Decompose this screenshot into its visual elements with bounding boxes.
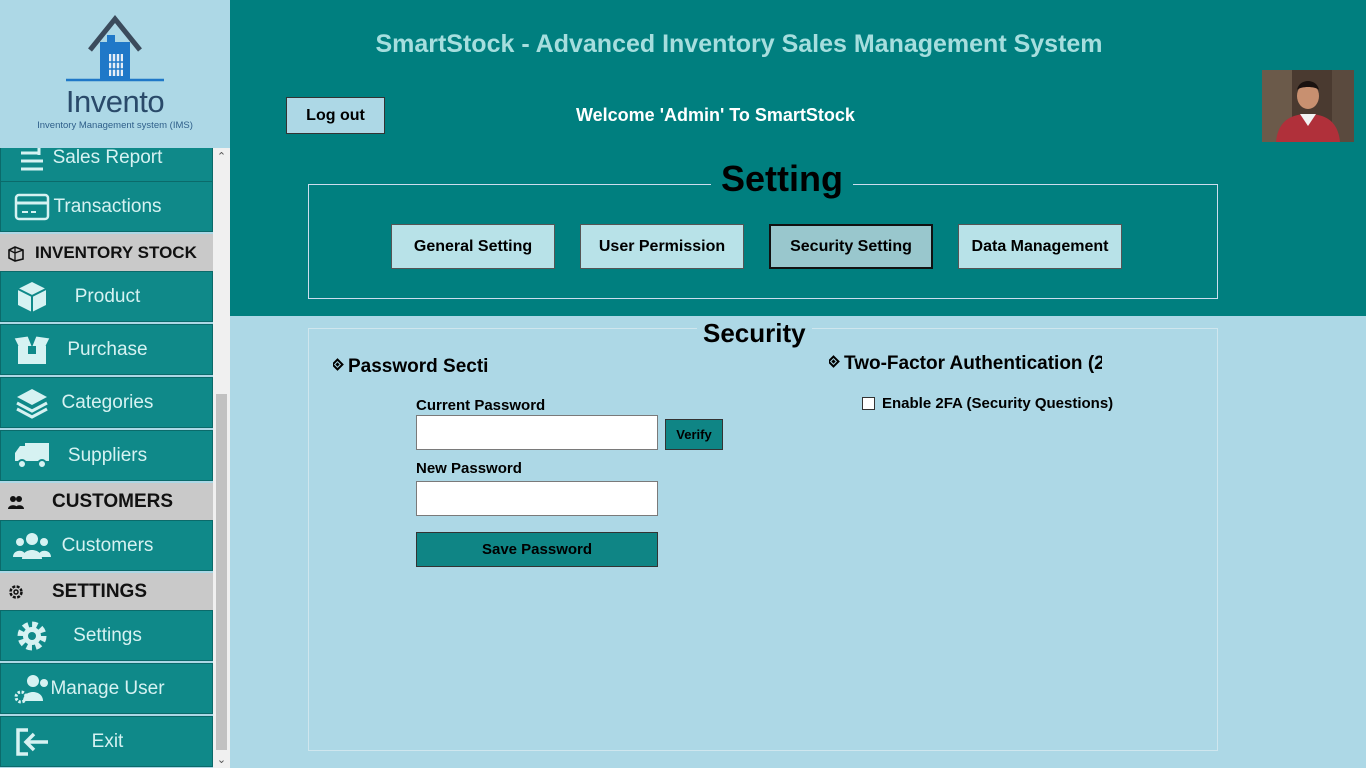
- logo: Invento Inventory Management system (IMS…: [0, 0, 230, 148]
- tab-data-management[interactable]: Data Management: [958, 224, 1122, 269]
- section-header-inventory: INVENTORY STOCK: [0, 234, 213, 271]
- avatar: [1262, 70, 1354, 142]
- section-header-label: SETTINGS: [52, 580, 148, 602]
- enable-2fa-checkbox[interactable]: [862, 397, 875, 410]
- section-header-label: INVENTORY STOCK: [35, 242, 197, 262]
- current-password-input[interactable]: [416, 415, 658, 450]
- current-password-label: Current Password: [416, 397, 546, 414]
- sidebar-item-sales-report[interactable]: Sales Report: [0, 148, 213, 183]
- sidebar-item-purchase[interactable]: Purchase: [0, 324, 213, 375]
- scrollbar-thumb[interactable]: [216, 394, 227, 750]
- sidebar-item-customers[interactable]: Customers: [0, 520, 213, 571]
- sidebar-item-label: Manage User: [50, 677, 165, 699]
- app-title: SmartStock - Advanced Inventory Sales Ma…: [375, 30, 1103, 58]
- password-section-label: Password Sectio: [348, 356, 488, 377]
- sidebar-menu: Sales Report Transactions INVENTORY STOC…: [0, 148, 213, 768]
- sidebar-item-label: Suppliers: [67, 444, 148, 466]
- scroll-down-arrow-icon[interactable]: ⌄: [213, 751, 230, 768]
- sidebar-item-label: Purchase: [67, 338, 148, 360]
- gear-icon: [6, 582, 26, 602]
- sidebar-scrollbar[interactable]: ⌃ ⌄: [213, 148, 230, 768]
- new-password-input[interactable]: [416, 481, 658, 516]
- section-header-customers: CUSTOMERS: [0, 483, 213, 520]
- logo-name: Invento: [65, 84, 165, 119]
- tab-security-setting[interactable]: Security Setting: [769, 224, 933, 269]
- welcome-message: Welcome 'Admin' To SmartStock: [576, 105, 855, 125]
- verify-button[interactable]: Verify: [665, 419, 723, 450]
- section-header-settings: SETTINGS: [0, 573, 213, 610]
- twofa-section-label: Two-Factor Authentication (2: [844, 353, 1102, 374]
- section-header-label: CUSTOMERS: [52, 490, 174, 512]
- save-password-button[interactable]: Save Password: [416, 532, 658, 567]
- logo-subtitle: Inventory Management system (IMS): [37, 120, 193, 131]
- sidebar-item-exit[interactable]: Exit: [0, 716, 213, 767]
- sidebar: Invento Inventory Management system (IMS…: [0, 0, 230, 768]
- sidebar-item-settings[interactable]: Settings: [0, 610, 213, 661]
- sidebar-item-label: Categories: [61, 391, 154, 413]
- enable-2fa-label[interactable]: Enable 2FA (Security Questions): [882, 395, 1113, 412]
- sidebar-item-label: Settings: [73, 624, 142, 646]
- sidebar-item-label: Customers: [61, 534, 154, 556]
- diamond-bullet-icon: [829, 355, 840, 369]
- sidebar-item-label: Product: [74, 285, 141, 307]
- new-password-label: New Password: [416, 460, 522, 477]
- diamond-bullet-icon: [333, 358, 344, 372]
- sidebar-item-label: Sales Report: [52, 148, 163, 168]
- tab-user-permission[interactable]: User Permission: [580, 224, 744, 269]
- logout-button[interactable]: Log out: [286, 97, 385, 134]
- sidebar-item-label: Transactions: [53, 195, 162, 217]
- twofa-section-heading: Two-Factor Authentication (2: [829, 353, 1102, 375]
- sidebar-item-manage-user[interactable]: Manage User: [0, 663, 213, 714]
- people-icon: [6, 492, 26, 512]
- box-stack-icon: [6, 243, 26, 263]
- house-logo-icon: [66, 15, 164, 82]
- password-section-heading: Password Sectio: [333, 356, 488, 378]
- sidebar-item-label: Exit: [91, 730, 124, 752]
- security-title: Security: [697, 318, 812, 349]
- setting-title: Setting: [711, 158, 853, 200]
- tab-general-setting[interactable]: General Setting: [391, 224, 555, 269]
- scroll-up-arrow-icon[interactable]: ⌃: [213, 148, 230, 165]
- sidebar-item-suppliers[interactable]: Suppliers: [0, 430, 213, 481]
- sidebar-item-product[interactable]: Product: [0, 271, 213, 322]
- sidebar-item-transactions[interactable]: Transactions: [0, 181, 213, 232]
- sidebar-item-categories[interactable]: Categories: [0, 377, 213, 428]
